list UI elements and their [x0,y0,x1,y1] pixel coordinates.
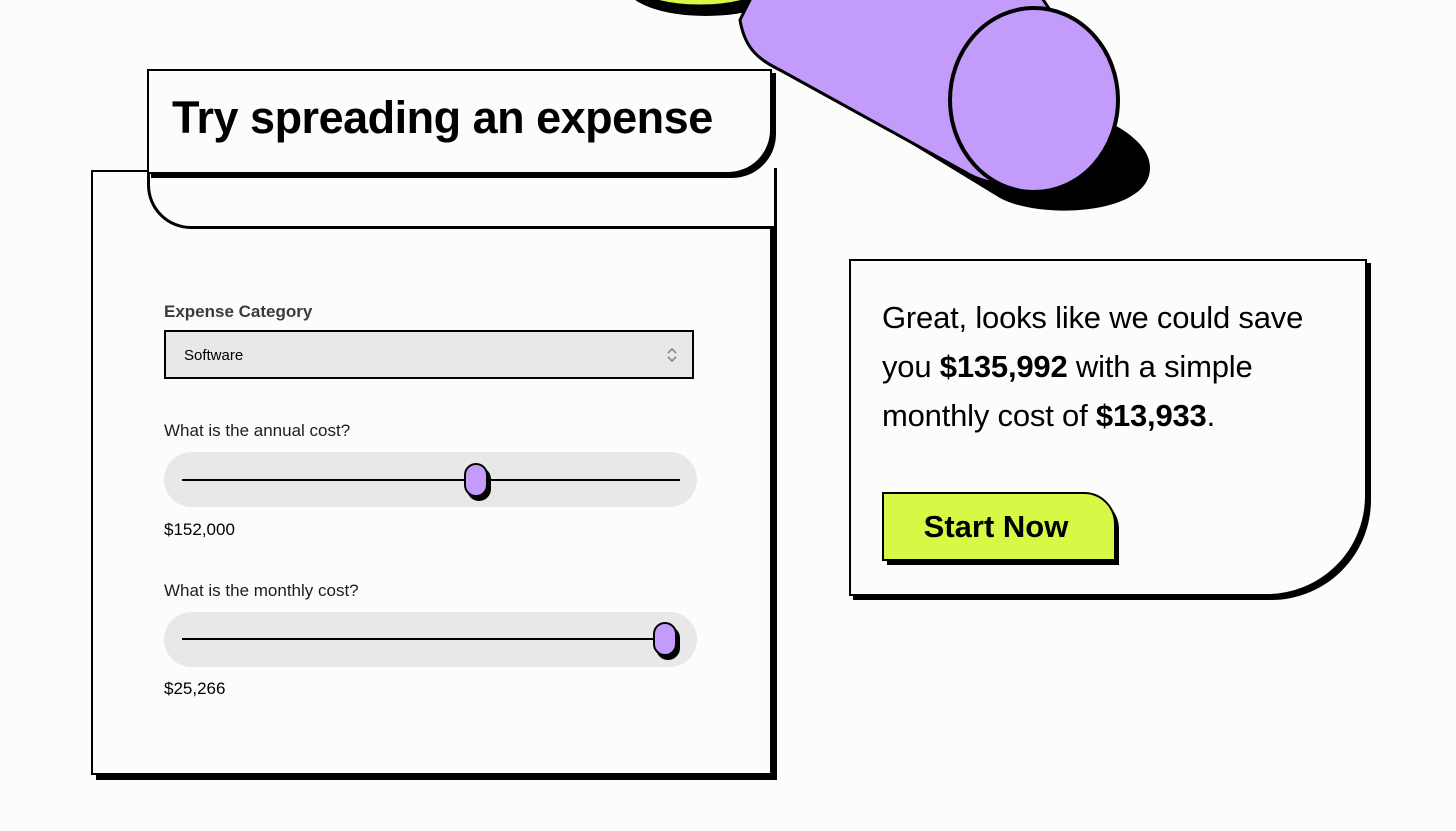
annual-cost-label: What is the annual cost? [164,421,351,440]
monthly-cost-label: What is the monthly cost? [164,581,359,600]
monthly-slider-track [182,638,680,640]
start-now-button[interactable]: Start Now [882,492,1116,561]
cylinder-cap [948,6,1120,194]
cylinder-shadow [774,0,1150,211]
savings-message: Great, looks like we could save you $135… [882,293,1332,440]
monthly-amount: $13,933 [1095,398,1207,433]
monthly-cost-value: $25,266 [164,679,226,698]
savings-message-end: . [1206,398,1216,433]
annual-cost-value: $152,000 [164,520,235,539]
cylinder-body [738,0,1057,188]
lime-shape-shadow [635,0,777,16]
lime-shape [648,0,752,8]
title-tab-base [147,168,777,229]
savings-amount: $135,992 [939,349,1068,384]
annual-slider-track [182,479,680,481]
expense-category-value: Software [184,347,244,364]
annual-slider-thumb[interactable] [464,463,488,497]
page-title: Try spreading an expense [172,92,713,143]
monthly-slider-thumb[interactable] [653,622,677,656]
expense-category-label: Expense Category [164,302,313,321]
chevron-updown-icon [667,347,677,363]
expense-category-select[interactable]: Software [164,330,694,379]
